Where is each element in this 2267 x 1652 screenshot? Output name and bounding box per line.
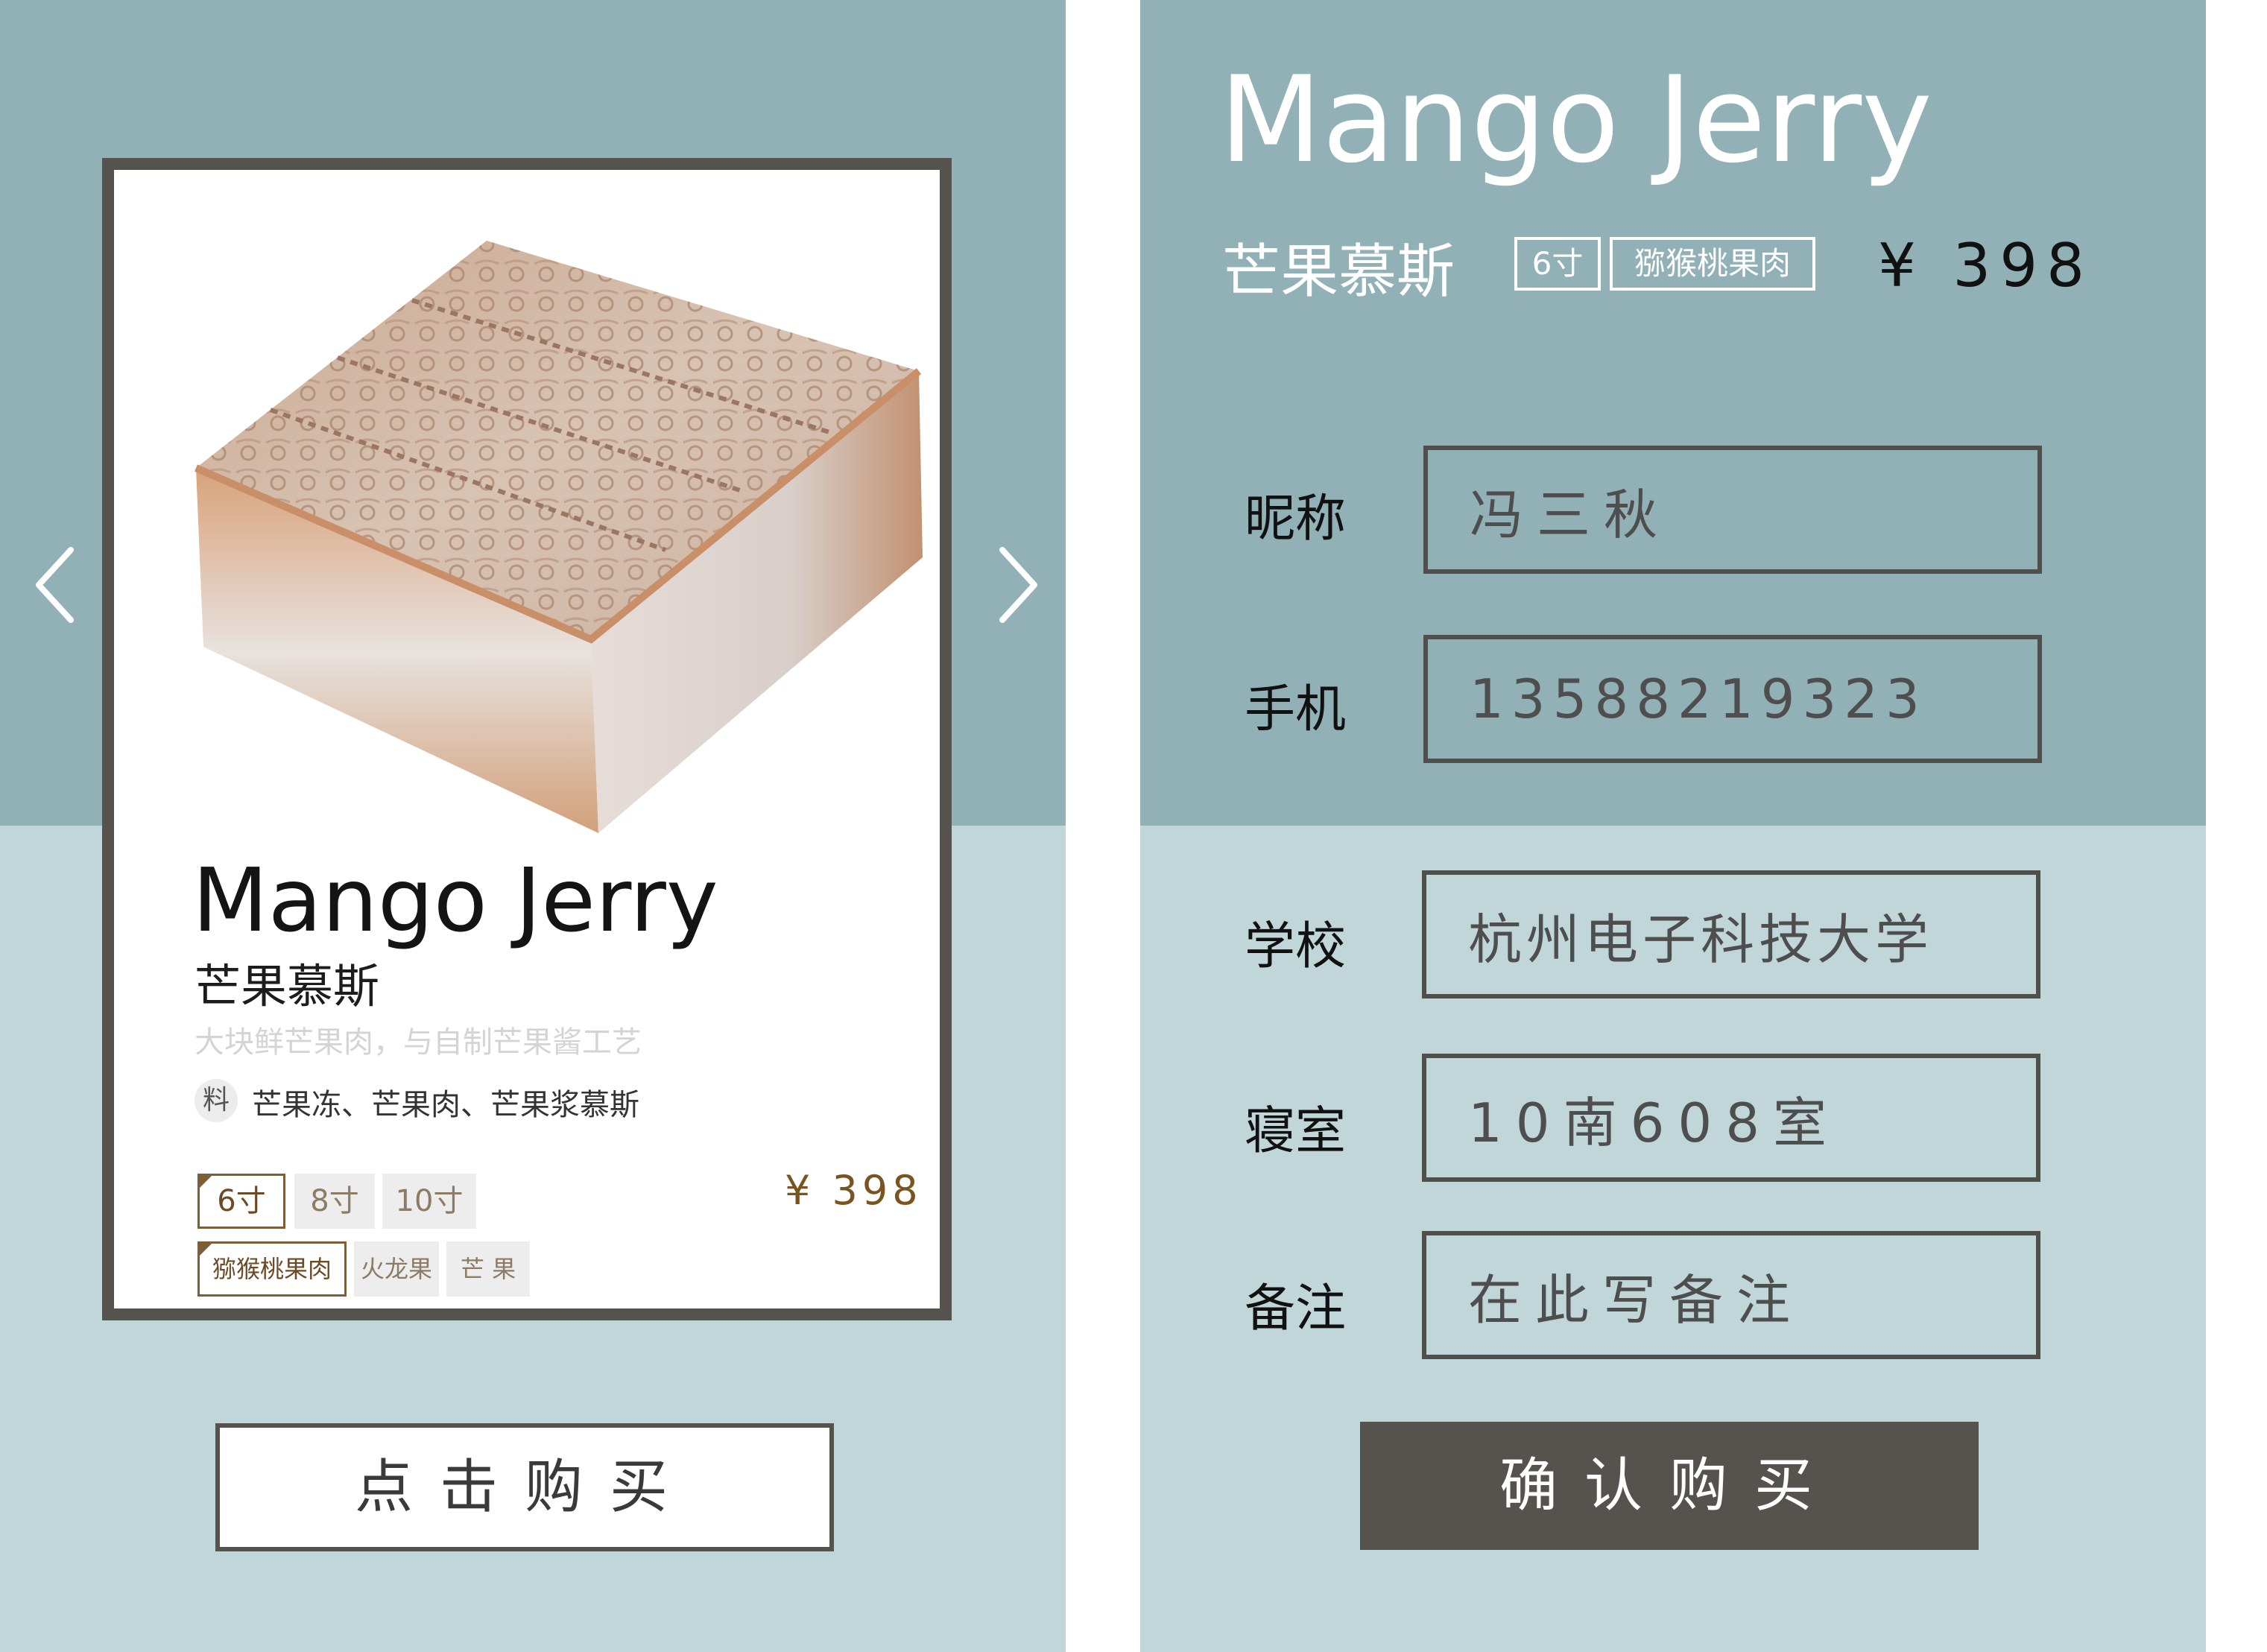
- size-option-8[interactable]: 8寸: [294, 1174, 375, 1229]
- ingredients-text: 芒果冻、芒果肉、芒果浆慕斯: [252, 1088, 639, 1122]
- product-image: [114, 170, 940, 841]
- size-option-6[interactable]: 6寸: [197, 1174, 285, 1229]
- flavor-option-label: 火龙果: [360, 1255, 432, 1283]
- product-title: Mango Jerry: [192, 849, 718, 952]
- flavor-option-dragonfruit[interactable]: 火龙果: [354, 1241, 439, 1297]
- order-price: ¥ 398: [1878, 231, 2094, 300]
- phone-input[interactable]: [1423, 635, 2042, 763]
- flavor-option-label: 猕猴桃果肉: [212, 1255, 332, 1283]
- note-label: 备注: [1245, 1279, 1347, 1338]
- selected-check-icon: [197, 1174, 214, 1190]
- product-price: ¥ 398: [785, 1167, 923, 1214]
- note-input[interactable]: [1422, 1231, 2040, 1359]
- order-form-screen: Mango Jerry 芒果慕斯 6寸 猕猴桃果肉 ¥ 398 昵称 手机 学校…: [1140, 0, 2206, 1652]
- phone-label: 手机: [1245, 680, 1347, 739]
- order-product-title: Mango Jerry: [1219, 50, 1932, 189]
- size-option-label: 6寸: [217, 1184, 266, 1218]
- order-product-subtitle: 芒果慕斯: [1222, 238, 1455, 306]
- chevron-right-icon[interactable]: [991, 544, 1043, 626]
- school-input[interactable]: [1422, 870, 2040, 999]
- dorm-input[interactable]: [1422, 1054, 2040, 1182]
- selected-check-icon: [197, 1241, 214, 1258]
- flavor-option-label: 芒 果: [460, 1255, 516, 1283]
- product-subtitle: 芒果慕斯: [195, 959, 380, 1013]
- product-screen: Mango Jerry 芒果慕斯 大块鲜芒果肉，与自制芒果酱工艺 料 芒果冻、芒…: [0, 0, 1066, 1652]
- product-card: Mango Jerry 芒果慕斯 大块鲜芒果肉，与自制芒果酱工艺 料 芒果冻、芒…: [102, 158, 952, 1320]
- order-size-tag: 6寸: [1514, 237, 1601, 291]
- ingredients-icon: 料: [195, 1079, 238, 1122]
- product-description: 大块鲜芒果肉，与自制芒果酱工艺: [195, 1025, 642, 1060]
- nickname-label: 昵称: [1245, 490, 1347, 548]
- size-option-label: 10寸: [395, 1184, 464, 1218]
- school-label: 学校: [1245, 917, 1347, 976]
- flavor-option-kiwi[interactable]: 猕猴桃果肉: [197, 1241, 347, 1297]
- size-option-label: 8寸: [310, 1184, 359, 1218]
- size-option-10[interactable]: 10寸: [382, 1174, 476, 1229]
- buy-button[interactable]: 点击购买: [215, 1423, 834, 1551]
- chevron-left-icon[interactable]: [30, 544, 82, 626]
- nickname-input[interactable]: [1423, 446, 2042, 574]
- order-flavor-tag: 猕猴桃果肉: [1610, 237, 1815, 291]
- confirm-purchase-button[interactable]: 确认购买: [1360, 1422, 1979, 1550]
- flavor-option-mango[interactable]: 芒 果: [446, 1241, 530, 1297]
- dorm-label: 寝室: [1245, 1102, 1347, 1161]
